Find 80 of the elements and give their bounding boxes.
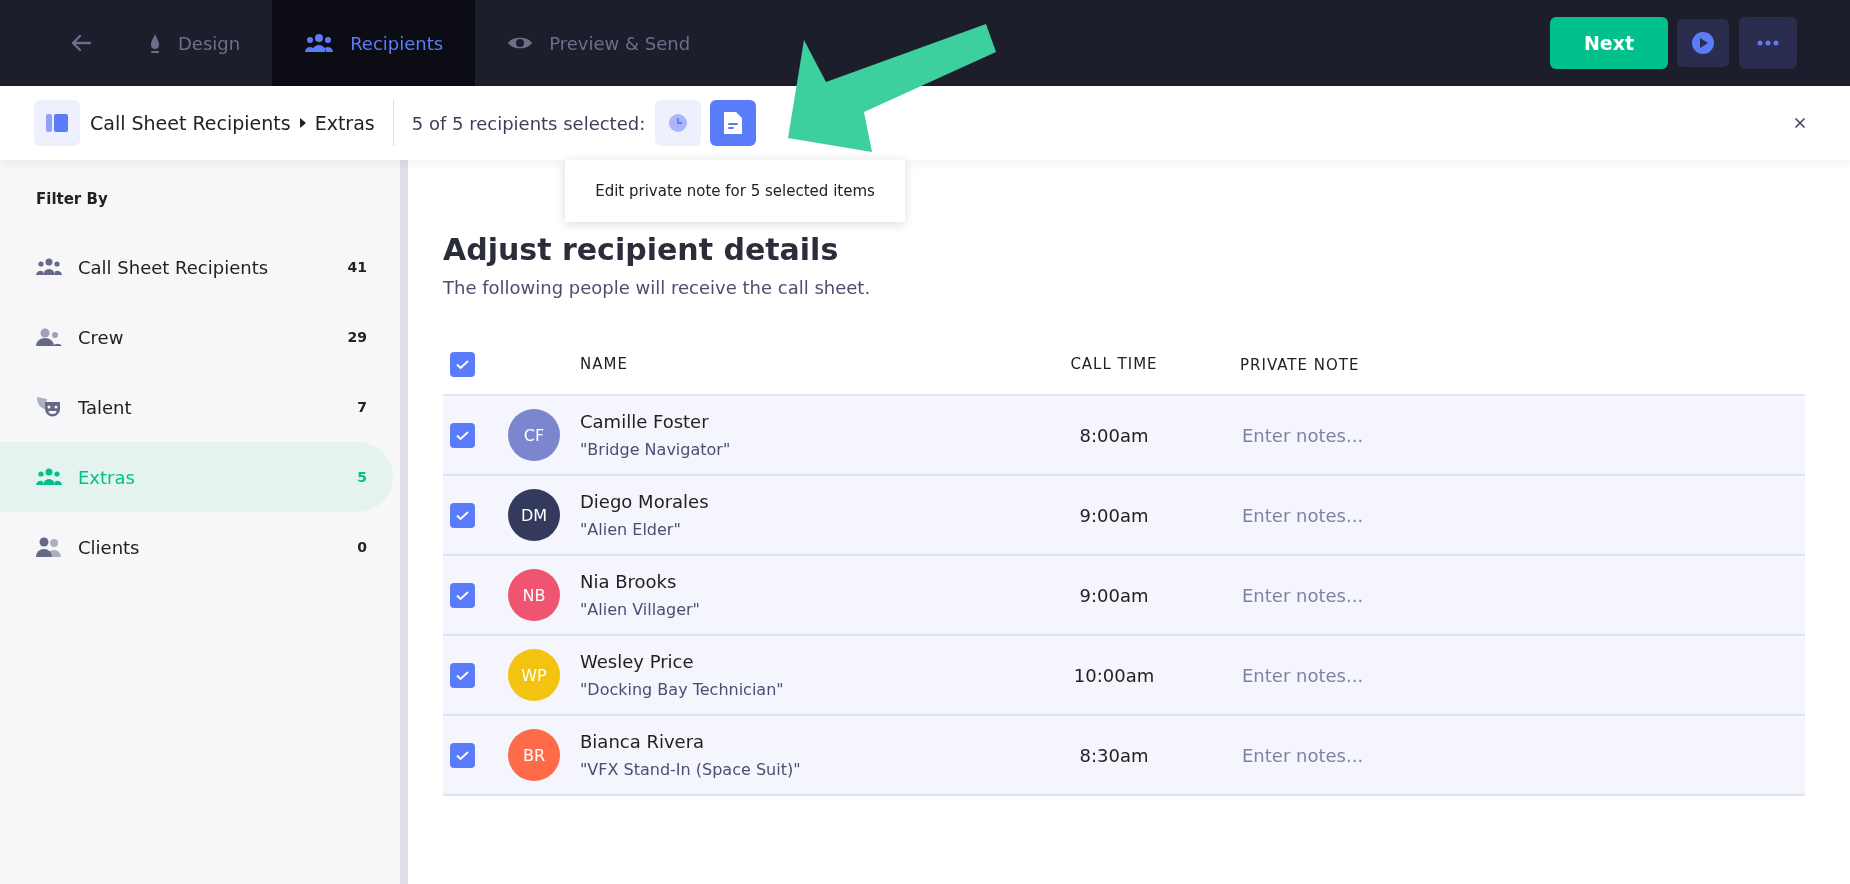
theater-masks-icon bbox=[36, 395, 62, 419]
note-button[interactable] bbox=[710, 100, 757, 146]
clients-icon bbox=[36, 537, 62, 557]
recipient-name: Diego Morales bbox=[580, 491, 710, 512]
people-icon bbox=[304, 33, 335, 53]
filter-count: 29 bbox=[347, 329, 367, 345]
panel-icon bbox=[34, 100, 80, 146]
recipient-name: Nia Brooks bbox=[580, 571, 678, 592]
filter-item[interactable]: Call Sheet Recipients 41 bbox=[0, 232, 393, 302]
filter-item[interactable]: Crew 29 bbox=[0, 302, 393, 372]
more-icon bbox=[1757, 40, 1779, 46]
call-time: 10:00am bbox=[1073, 664, 1155, 686]
table-row[interactable]: WP Wesley Price "Docking Bay Technician" 10:00am Enter notes... bbox=[443, 636, 1805, 716]
breadcrumb-item[interactable]: Call Sheet Recipients bbox=[90, 112, 291, 134]
play-icon bbox=[1691, 31, 1715, 55]
filter-label: Talent bbox=[78, 396, 133, 418]
nav-tab[interactable]: Recipients bbox=[272, 0, 476, 86]
note-field[interactable]: Enter notes... bbox=[1240, 423, 1504, 447]
clock-icon bbox=[668, 113, 689, 133]
recipient-role: "Docking Bay Technician" bbox=[580, 680, 785, 699]
selection-count: 5 of 5 recipients selected: bbox=[411, 112, 646, 134]
recipient-name: Bianca Rivera bbox=[580, 731, 706, 752]
filter-heading: Filter By bbox=[35, 190, 109, 210]
group-icon bbox=[36, 258, 62, 276]
filter-count: 41 bbox=[347, 259, 367, 275]
table-row[interactable]: NB Nia Brooks "Alien Villager" 9:00am Enter notes... bbox=[443, 556, 1805, 636]
row-checkbox[interactable] bbox=[450, 662, 475, 688]
filter-label: Crew bbox=[78, 326, 125, 348]
page-title: Adjust recipient details bbox=[443, 232, 840, 267]
filter-label: Clients bbox=[78, 536, 141, 558]
document-icon bbox=[722, 110, 745, 136]
row-checkbox[interactable] bbox=[450, 502, 475, 528]
column-header: PRIVATE NOTE bbox=[1240, 355, 1360, 374]
filter-item[interactable]: Talent 7 bbox=[0, 372, 393, 442]
recipient-name: Wesley Price bbox=[580, 651, 695, 672]
recipient-name: Camille Foster bbox=[580, 411, 710, 432]
drop-icon bbox=[148, 32, 162, 54]
column-header: CALL TIME bbox=[1070, 355, 1158, 373]
group-icon bbox=[36, 468, 62, 486]
recipient-role: "VFX Stand-In (Space Suit)" bbox=[580, 760, 802, 779]
page-subtitle: The following people will receive the call sheet. bbox=[443, 277, 872, 298]
avatar: BR bbox=[508, 729, 560, 781]
avatar: NB bbox=[508, 569, 560, 621]
tooltip-text: Edit private note for 5 selected items bbox=[595, 182, 875, 200]
recipient-role: "Alien Villager" bbox=[580, 600, 701, 619]
filter-label: Extras bbox=[78, 466, 136, 488]
scrollbar[interactable] bbox=[400, 160, 408, 884]
row-checkbox[interactable] bbox=[450, 422, 475, 448]
call-time: 9:00am bbox=[1079, 584, 1149, 606]
note-field[interactable]: Enter notes... bbox=[1240, 663, 1504, 687]
call-time: 8:00am bbox=[1079, 424, 1149, 446]
select-all-checkbox[interactable] bbox=[450, 351, 475, 377]
avatar: CF bbox=[508, 409, 560, 461]
filter-label: Call Sheet Recipients bbox=[78, 256, 270, 278]
recipient-role: "Alien Elder" bbox=[580, 520, 682, 539]
column-header: NAME bbox=[580, 355, 629, 373]
row-checkbox[interactable] bbox=[450, 742, 475, 768]
row-checkbox[interactable] bbox=[450, 582, 475, 608]
table-row[interactable]: BR Bianca Rivera "VFX Stand-In (Space Suit)" 8:30am Enter notes... bbox=[443, 716, 1805, 796]
call-time: 8:30am bbox=[1079, 744, 1149, 766]
close-icon bbox=[1794, 115, 1806, 131]
filter-item[interactable]: Clients 0 bbox=[0, 512, 393, 582]
recipient-role: "Bridge Navigator" bbox=[580, 440, 732, 459]
note-field[interactable]: Enter notes... bbox=[1240, 583, 1504, 607]
back-arrow-icon bbox=[70, 34, 92, 52]
people-icon bbox=[36, 328, 62, 346]
table-row[interactable]: CF Camille Foster "Bridge Navigator" 8:00am Enter notes... bbox=[443, 396, 1805, 476]
filter-count: 7 bbox=[357, 399, 367, 415]
call-time-button[interactable] bbox=[655, 100, 702, 146]
avatar: DM bbox=[508, 489, 560, 541]
call-time: 9:00am bbox=[1079, 504, 1149, 526]
filter-count: 5 bbox=[357, 469, 367, 485]
filter-count: 0 bbox=[357, 539, 367, 555]
breadcrumb-item[interactable]: Extras bbox=[314, 112, 375, 134]
play-button[interactable] bbox=[1677, 19, 1729, 67]
caret-icon bbox=[298, 117, 307, 129]
note-field[interactable]: Enter notes... bbox=[1240, 743, 1504, 767]
table-row[interactable]: DM Diego Morales "Alien Elder" 9:00am Enter notes... bbox=[443, 476, 1805, 556]
note-field[interactable]: Enter notes... bbox=[1240, 503, 1504, 527]
avatar: WP bbox=[508, 649, 560, 701]
